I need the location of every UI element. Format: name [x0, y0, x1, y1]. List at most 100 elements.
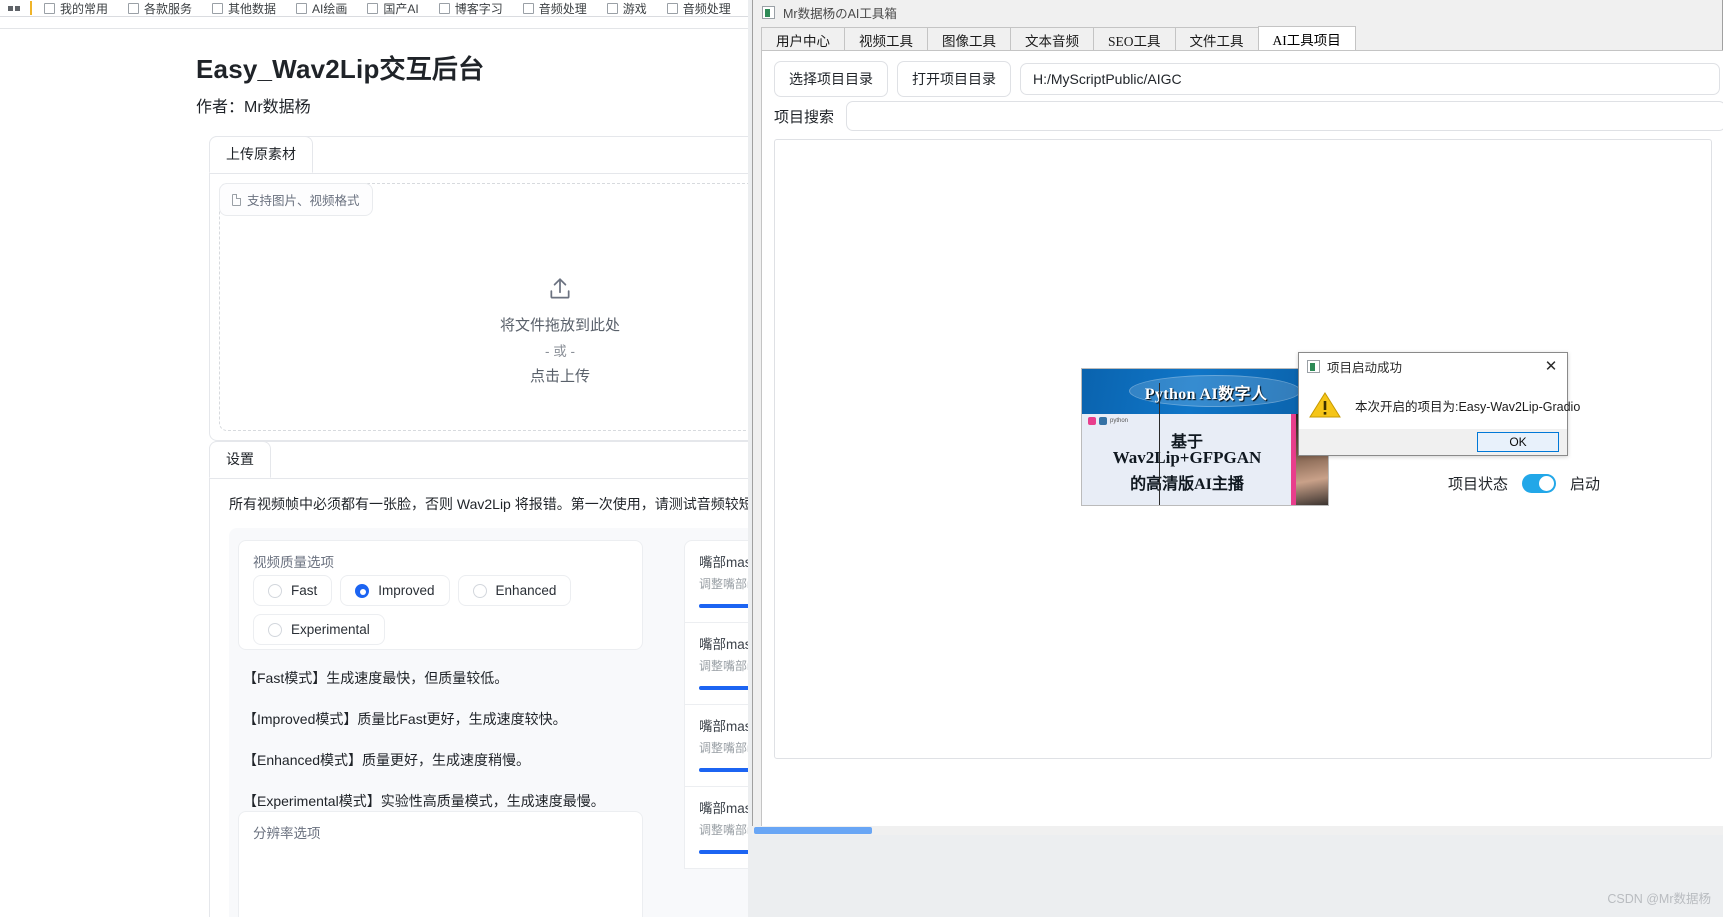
bookmark-label: 各款服务 [144, 1, 193, 16]
bookmark-folder-icon [367, 2, 379, 14]
screenshot-root: 我的常用 各款服务 其他数据 AI绘画 国产AI 博客字习 音频处理 游戏 音频处理 Easy_… [0, 0, 1723, 917]
apps-grid-icon[interactable] [8, 5, 20, 11]
search-row: 项目搜索 [774, 101, 1723, 131]
toolbox-tab-3[interactable]: 文本音频 [1010, 27, 1094, 51]
scrollbar-thumb [754, 827, 872, 834]
toolbox-tab-4[interactable]: SEO工具 [1093, 27, 1176, 51]
bookmark-item[interactable]: 游戏 [606, 0, 647, 16]
project-search-label: 项目搜索 [774, 108, 835, 126]
upload-icon [547, 276, 573, 302]
radio-dot-icon [355, 583, 370, 598]
tab-settings[interactable]: 设置 [209, 441, 271, 478]
dialog-footer: OK [1299, 429, 1567, 455]
toolbox-tab-1[interactable]: 视频工具 [844, 27, 928, 51]
file-dropzone[interactable]: 支持图片、视频格式 将文件拖放到此处 - 或 - 点击上传 [219, 183, 760, 431]
bookmark-folder-icon [438, 2, 450, 14]
video-quality-radio-group[interactable]: Fast Improved Enhanced Experimental [253, 575, 633, 645]
bookmark-label: 博客字习 [454, 1, 503, 16]
thumbnail-line-2: Wav2Lip+GFPGAN [1112, 448, 1262, 467]
dialog-message: 本次开启的项目为:Easy-Wav2Lip-Gradio [1355, 399, 1581, 414]
bookmark-label: 其他数据 [228, 1, 277, 16]
bookmark-divider [30, 1, 32, 15]
quality-radio-experimental[interactable]: Experimental [253, 614, 385, 645]
close-icon[interactable]: ✕ [1542, 357, 1560, 375]
radio-label: Experimental [291, 622, 370, 637]
thumbnail-line-3: 的高清版AI主播 [1130, 476, 1244, 493]
project-thumbnail[interactable]: Python AI数字人 python 基于 Wav2Lip+GFPGAN 的高… [1081, 368, 1329, 506]
drop-text-or: - 或 - [545, 344, 575, 359]
project-search-input[interactable] [846, 101, 1723, 131]
radio-label: Fast [291, 583, 318, 598]
bookmark-folder-icon [296, 2, 308, 14]
bookmark-folder-icon [212, 2, 224, 14]
bookmark-item[interactable]: 音频处理 [522, 0, 587, 16]
thumbnail-pointer-line [1159, 383, 1160, 414]
project-status-state: 启动 [1570, 476, 1601, 493]
select-project-dir-button[interactable]: 选择项目目录 [774, 61, 888, 97]
video-quality-box: 视频质量选项 Fast Improved Enhanced Experimental [238, 540, 643, 650]
drop-text-primary: 将文件拖放到此处 [499, 317, 620, 334]
warning-triangle-icon [1309, 391, 1341, 419]
project-status-row: 项目状态 启动 [1448, 473, 1600, 494]
toolbox-tab-6[interactable]: AI工具项目 [1257, 26, 1356, 51]
supported-formats-label: 支持图片、视频格式 [247, 194, 360, 208]
dialog-titlebar: 项目启动成功 ✕ [1299, 353, 1567, 379]
mode-description-line: 【Experimental模式】实验性高质量模式，生成速度最慢。 [243, 793, 605, 809]
settings-description: 所有视频帧中必须都有一张脸，否则 Wav2Lip 将报错。第一次使用，请测试音频… [229, 496, 760, 512]
tab-upload-source[interactable]: 上传原素材 [209, 136, 313, 173]
toolbox-tab-0[interactable]: 用户中心 [761, 27, 845, 51]
click-to-upload-link[interactable]: 点击上传 [220, 365, 760, 386]
open-project-dir-button[interactable]: 打开项目目录 [897, 61, 1011, 97]
bookmark-item[interactable]: 各款服务 [128, 0, 193, 16]
bookmark-label: 音频处理 [682, 1, 731, 16]
page-author: 作者：Mr数据杨 [196, 99, 311, 116]
mode-description-line: 【Enhanced模式】质量更好，生成速度稍慢。 [243, 752, 531, 768]
bookmark-item[interactable]: 博客字习 [438, 0, 503, 16]
toolbox-horizontal-scrollbar[interactable] [752, 826, 1723, 835]
upload-panel: 上传原素材 支持图片、视频格式 将文件拖放到此处 - 或 - 点击上传 [209, 136, 760, 441]
bookmark-folder-icon [128, 2, 140, 14]
bookmark-folder-icon [666, 2, 678, 14]
dialog-app-icon [1307, 359, 1320, 373]
bookmark-label: 游戏 [622, 1, 647, 16]
project-path-field[interactable]: H:/MyScriptPublic/AIGC [1020, 63, 1720, 95]
page-title: Easy_Wav2Lip交互后台 [196, 54, 485, 84]
dialog-title-label: 项目启动成功 [1327, 360, 1403, 375]
project-status-toggle[interactable] [1522, 474, 1557, 493]
dropzone-content: 将文件拖放到此处 - 或 - 点击上传 [220, 276, 760, 386]
bookmark-folder-icon [44, 2, 55, 14]
bookmark-item[interactable]: 我的常用 [44, 0, 108, 16]
bookmark-label: AI绘画 [312, 1, 348, 16]
bookmark-item[interactable]: AI绘画 [296, 0, 348, 16]
mode-description-list: 【Fast模式】生成速度最快，但质量较低。 【Improved模式】质量比Fast… [243, 668, 605, 832]
bookmark-item[interactable]: 国产AI [367, 0, 419, 16]
toolbox-tab-2[interactable]: 图像工具 [927, 27, 1011, 51]
bookmark-label: 音频处理 [538, 1, 587, 16]
thumbnail-title: Python AI数字人 [1144, 386, 1268, 403]
bookmark-list: 我的常用 各款服务 其他数据 AI绘画 国产AI 博客字习 音频处理 游戏 音频处理 [44, 0, 751, 16]
radio-dot-icon [268, 583, 282, 598]
startup-success-dialog: 项目启动成功 ✕ 本次开启的项目为:Easy-Wav2Lip-Gradio OK [1298, 352, 1580, 456]
radio-label: Enhanced [495, 583, 557, 598]
settings-tabstrip [210, 478, 760, 479]
dialog-ok-button[interactable]: OK [1477, 432, 1559, 452]
python-logo-icon: python [1088, 417, 1128, 425]
upload-tabstrip [210, 173, 760, 174]
bookmark-item[interactable]: 其他数据 [212, 0, 277, 16]
resolution-box: 分辨率选项 [238, 811, 643, 917]
bookmark-folder-icon [606, 2, 618, 14]
quality-radio-enhanced[interactable]: Enhanced [457, 575, 572, 606]
dialog-content: 本次开启的项目为:Easy-Wav2Lip-Gradio [1299, 379, 1580, 431]
thumbnail-divider-line [1159, 414, 1160, 505]
radio-dot-icon [472, 583, 487, 598]
quality-radio-fast[interactable]: Fast [253, 575, 333, 606]
radio-dot-icon [268, 622, 282, 637]
file-icon [232, 193, 241, 206]
radio-label: Improved [378, 583, 435, 598]
quality-radio-improved[interactable]: Improved [340, 575, 450, 606]
video-quality-label: 视频质量选项 [253, 555, 334, 570]
bookmark-label: 国产AI [383, 1, 419, 16]
bookmark-item[interactable]: 音频处理 [666, 0, 731, 16]
resolution-label: 分辨率选项 [253, 826, 321, 841]
toolbox-tab-5[interactable]: 文件工具 [1174, 27, 1259, 51]
